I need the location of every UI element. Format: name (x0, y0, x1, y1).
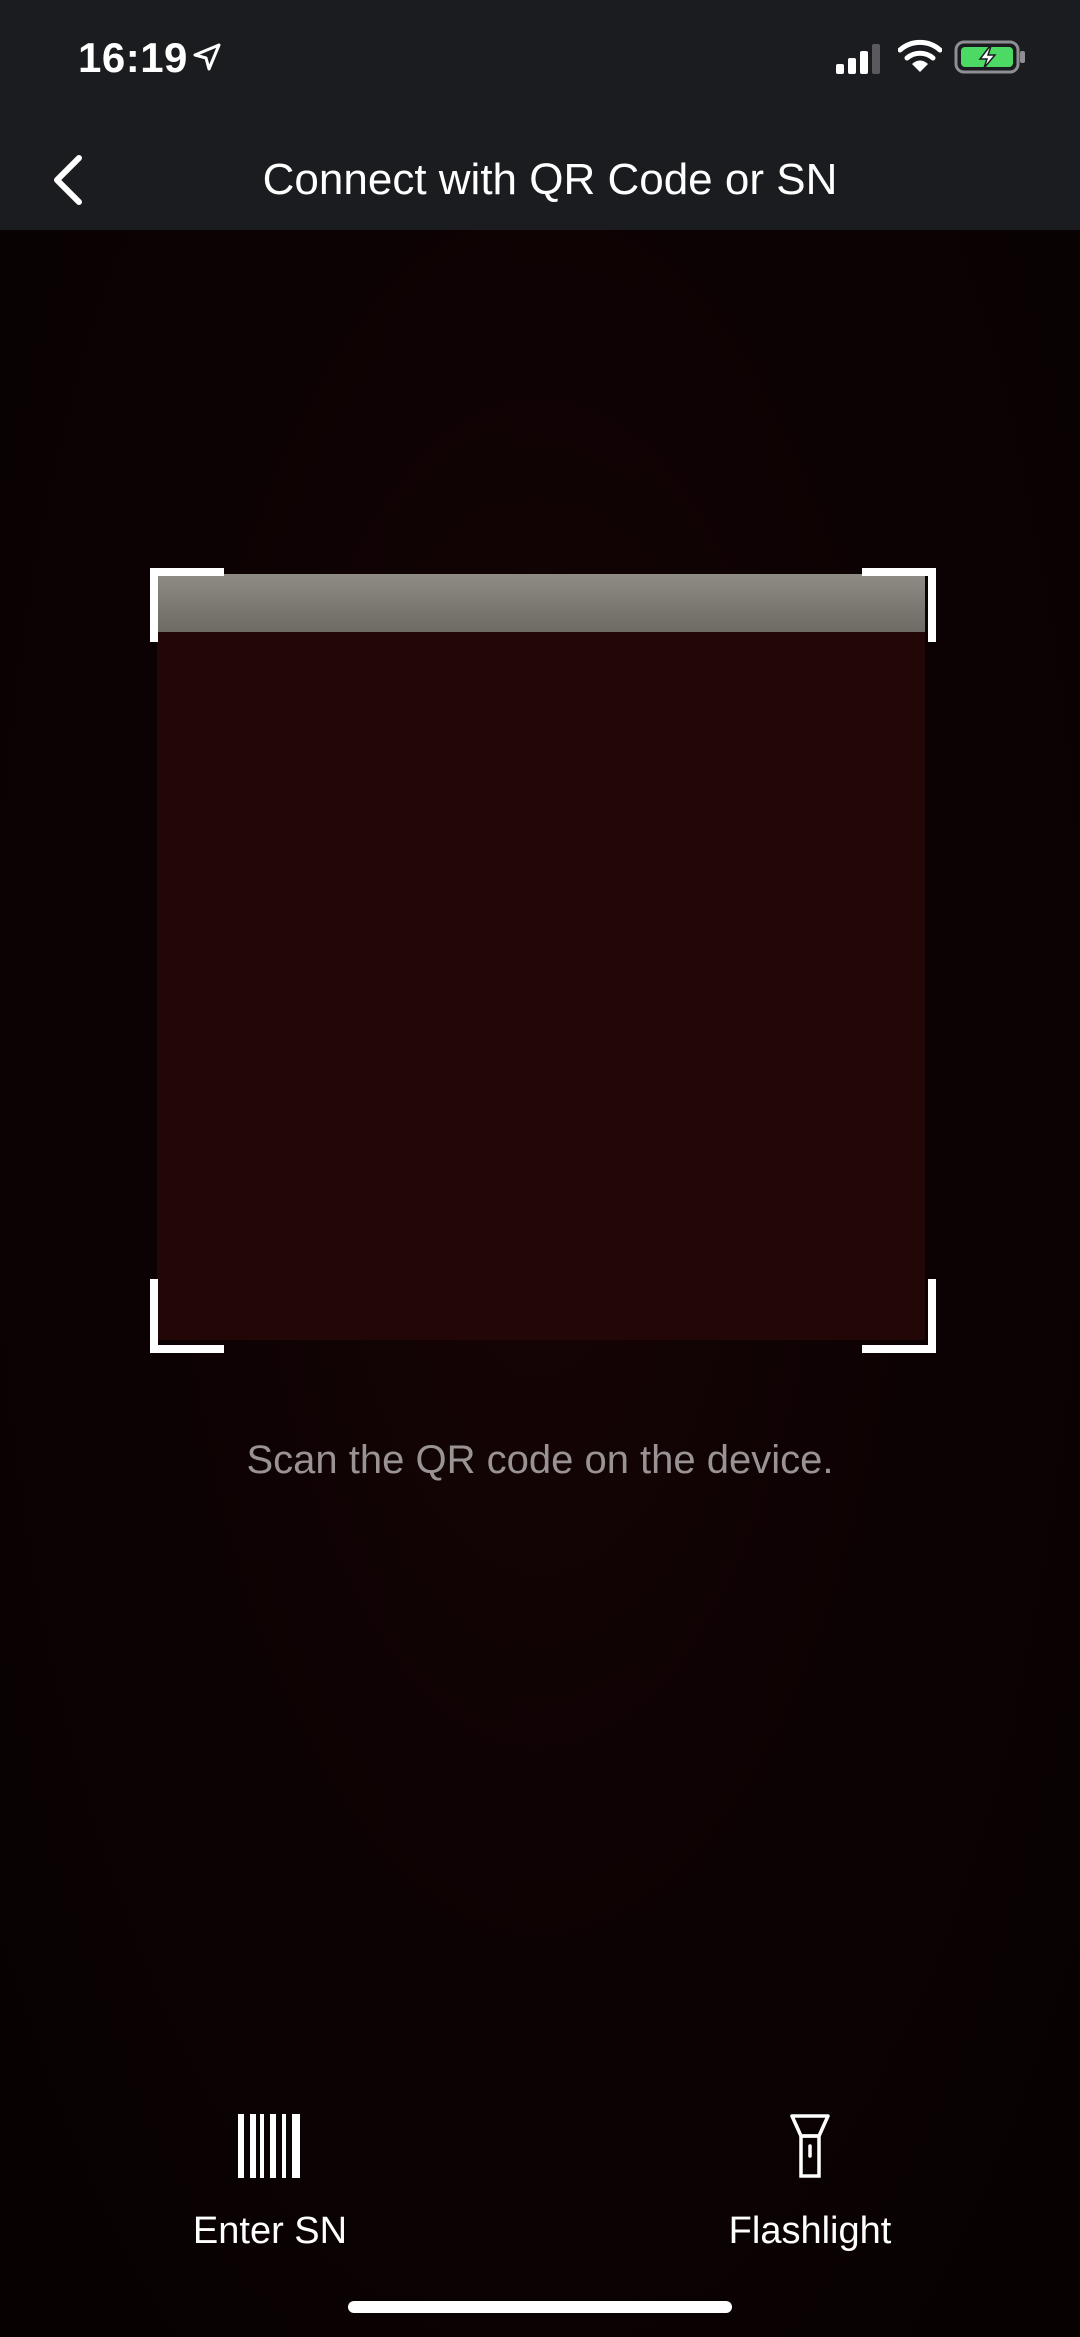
enter-sn-button[interactable]: Enter SN (120, 2100, 420, 2270)
flashlight-label: Flashlight (728, 2210, 892, 2252)
flashlight-button[interactable]: Flashlight (660, 2100, 960, 2270)
scan-frame-corner-bottom-right (862, 1279, 936, 1353)
wifi-icon (898, 39, 942, 72)
cellular-signal-icon (836, 44, 880, 74)
scan-line (157, 574, 925, 632)
scan-frame-corner-top-left (150, 568, 224, 642)
chevron-left-icon (54, 155, 82, 205)
flashlight-icon (790, 2114, 830, 2178)
status-bar: 16:19 (0, 0, 1080, 130)
home-indicator[interactable] (348, 2301, 732, 2313)
page-title: Connect with QR Code or SN (262, 155, 838, 204)
enter-sn-label: Enter SN (192, 2210, 348, 2252)
scan-frame-corner-bottom-left (150, 1279, 224, 1353)
scan-frame-corner-top-right (862, 568, 936, 642)
scan-hint: Scan the QR code on the device. (246, 1438, 834, 1482)
status-time: 16:19 (78, 34, 188, 81)
battery-charging-icon (954, 40, 1025, 74)
scan-area (157, 574, 925, 1340)
barcode-icon (238, 2114, 300, 2178)
location-arrow-icon (193, 43, 221, 71)
back-button[interactable] (34, 140, 104, 220)
navigation-bar: Connect with QR Code or SN (0, 130, 1080, 230)
